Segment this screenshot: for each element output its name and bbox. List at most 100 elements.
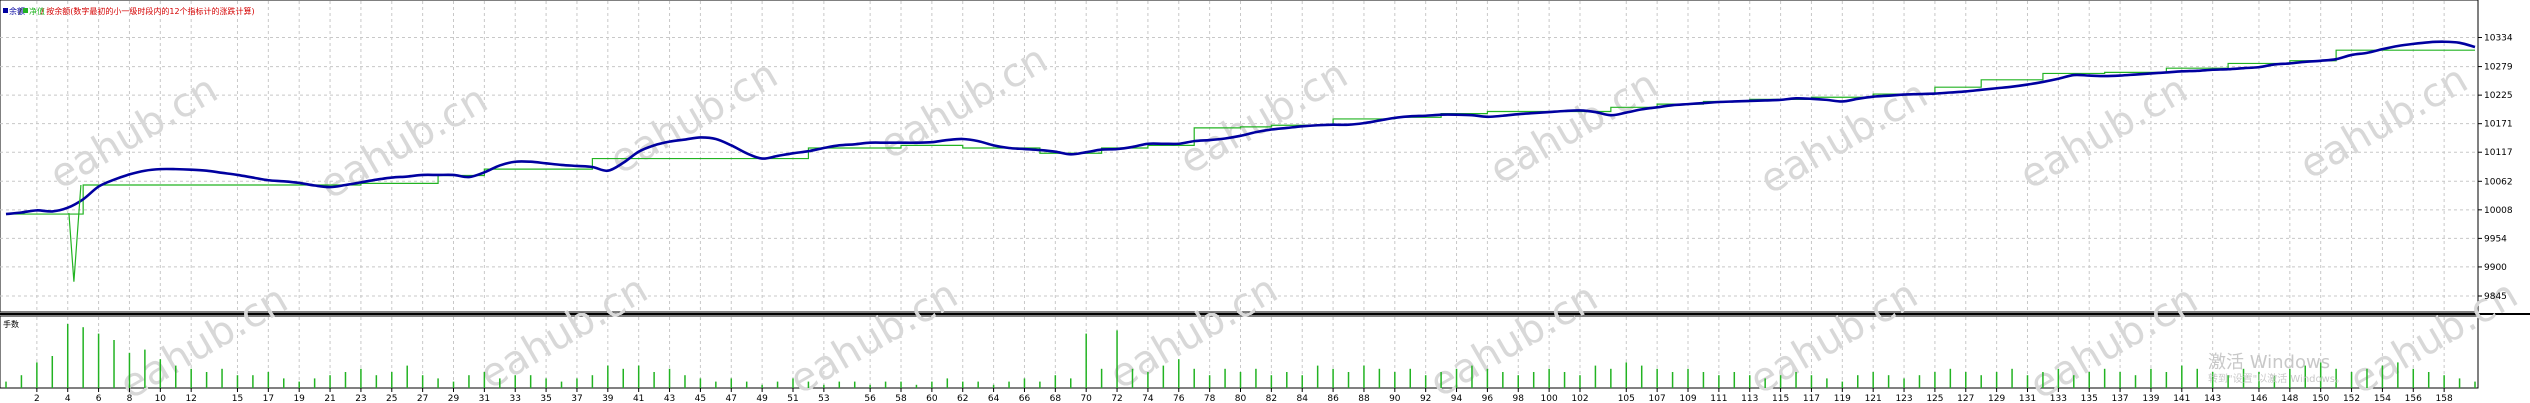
x-tick-label: 146: [2250, 394, 2267, 403]
x-tick-label: 150: [2312, 394, 2329, 403]
legend-balance-label: 余额: [9, 6, 25, 16]
x-tick-label: 33: [510, 394, 521, 403]
x-tick-label: 64: [988, 394, 1000, 403]
windows-activation-watermark: 激活 Windows 转到"设置"以激活 Windows。: [2208, 352, 2345, 385]
x-tick-label: 51: [787, 394, 798, 403]
x-tick-label: 115: [1772, 394, 1789, 403]
legend-separator-1: /: [19, 7, 22, 16]
y-tick-label: 10225: [2484, 91, 2513, 101]
windows-activation-subtitle: 转到"设置"以激活 Windows。: [2208, 372, 2345, 385]
x-tick-label: 123: [1895, 394, 1912, 403]
x-tick-label: 105: [1618, 394, 1635, 403]
x-tick-label: 156: [2405, 394, 2422, 403]
x-tick-label: 125: [1926, 394, 1943, 403]
x-tick-label: 78: [1204, 394, 1216, 403]
legend: 余额 / 净值 / 按余额(数字最初的小一级时段内的12个指标计的涨跌计算): [3, 6, 255, 16]
x-tick-label: 98: [1513, 394, 1525, 403]
y-tick-label: 9900: [2484, 263, 2507, 273]
x-tick-label: 49: [756, 394, 768, 403]
y-tick-label: 10171: [2484, 120, 2513, 130]
x-tick-label: 66: [1019, 394, 1031, 403]
y-tick-label: 10279: [2484, 63, 2513, 73]
x-tick-label: 43: [664, 394, 675, 403]
x-tick-label: 62: [957, 394, 968, 403]
x-tick-label: 15: [232, 394, 243, 403]
x-tick-label: 90: [1389, 394, 1401, 403]
x-tick-label: 58: [895, 394, 907, 403]
x-tick-label: 129: [1988, 394, 2005, 403]
x-tick-label: 68: [1050, 394, 1062, 403]
x-tick-label: 137: [2111, 394, 2128, 403]
x-tick-label: 127: [1957, 394, 1974, 403]
x-tick-label: 96: [1482, 394, 1494, 403]
x-tick-label: 45: [695, 394, 706, 403]
x-tick-label: 2: [34, 394, 40, 403]
x-tick-label: 158: [2436, 394, 2453, 403]
y-tick-label: 10117: [2484, 148, 2513, 158]
x-tick-label: 4: [65, 394, 71, 403]
x-tick-label: 21: [324, 394, 335, 403]
x-tick-label: 12: [185, 394, 196, 403]
y-tick-label: 9845: [2484, 292, 2507, 302]
x-tick-label: 139: [2142, 394, 2159, 403]
x-tick-label: 39: [602, 394, 614, 403]
x-tick-label: 17: [263, 394, 274, 403]
y-tick-label: 10062: [2484, 177, 2513, 187]
x-tick-label: 84: [1296, 394, 1308, 403]
x-tick-label: 8: [127, 394, 133, 403]
x-tick-label: 102: [1571, 394, 1588, 403]
x-tick-label: 6: [96, 394, 102, 403]
x-tick-label: 82: [1266, 394, 1277, 403]
x-tick-label: 56: [864, 394, 876, 403]
x-tick-label: 10: [155, 394, 167, 403]
y-tick-label: 9954: [2484, 234, 2507, 244]
x-tick-label: 119: [1834, 394, 1851, 403]
x-tick-label: 121: [1865, 394, 1882, 403]
legend-note: / 按余额(数字最初的小一级时段内的12个指标计的涨跌计算): [41, 6, 255, 16]
x-tick-label: 111: [1710, 394, 1727, 403]
x-tick-label: 25: [386, 394, 397, 403]
y-axis-labels: 10334 10279 10225 10171 10117 10062 10008 9954 9…: [2478, 34, 2513, 302]
x-tick-label: 37: [571, 394, 582, 403]
x-tick-label: 23: [355, 394, 366, 403]
legend-equity-swatch: [23, 8, 28, 13]
mt4-strategy-chart: eahub.cn eahub.cn eahub.cn eahub.cn eahub.cn…: [0, 0, 2530, 403]
x-tick-label: 72: [1111, 394, 1122, 403]
x-tick-label: 135: [2081, 394, 2098, 403]
y-tick-label: 10008: [2484, 206, 2513, 216]
x-tick-label: 74: [1142, 394, 1154, 403]
x-tick-label: 148: [2281, 394, 2298, 403]
x-tick-label: 29: [448, 394, 460, 403]
x-tick-label: 53: [818, 394, 829, 403]
x-tick-label: 80: [1235, 394, 1247, 403]
y-tick-label: 10334: [2484, 34, 2513, 44]
x-tick-label: 92: [1420, 394, 1431, 403]
x-tick-label: 47: [726, 394, 737, 403]
x-tick-label: 141: [2173, 394, 2190, 403]
x-tick-label: 19: [293, 394, 305, 403]
x-tick-label: 109: [1679, 394, 1696, 403]
x-tick-label: 133: [2050, 394, 2067, 403]
x-tick-label: 35: [540, 394, 551, 403]
x-axis-labels: 2 4 6 8 10 12 15 17 19 21 23 25 27 29 31 33 35 37 39 41 43 45…: [34, 388, 2453, 403]
x-tick-label: 88: [1358, 394, 1370, 403]
x-tick-label: 117: [1803, 394, 1820, 403]
x-tick-label: 41: [633, 394, 644, 403]
windows-activation-title: 激活 Windows: [2208, 352, 2330, 373]
x-tick-label: 107: [1649, 394, 1666, 403]
x-tick-label: 94: [1451, 394, 1463, 403]
x-tick-label: 152: [2343, 394, 2360, 403]
x-tick-label: 70: [1080, 394, 1092, 403]
x-tick-label: 27: [417, 394, 428, 403]
x-tick-label: 113: [1741, 394, 1758, 403]
x-tick-label: 143: [2204, 394, 2221, 403]
x-tick-label: 60: [926, 394, 938, 403]
x-tick-label: 86: [1327, 394, 1339, 403]
x-tick-label: 31: [479, 394, 490, 403]
x-tick-label: 100: [1541, 394, 1558, 403]
volume-panel-label: 手数: [3, 319, 19, 329]
legend-balance-swatch: [3, 8, 8, 13]
x-tick-label: 131: [2019, 394, 2036, 403]
x-tick-label: 76: [1173, 394, 1185, 403]
x-tick-label: 154: [2374, 394, 2391, 403]
